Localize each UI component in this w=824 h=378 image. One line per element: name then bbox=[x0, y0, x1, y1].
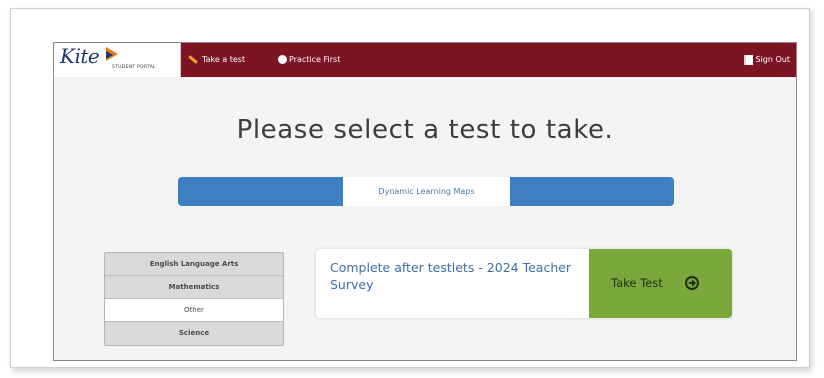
nav-take-a-test-label: Take a test bbox=[202, 55, 246, 64]
logo-subtitle: STUDENT PORTAL bbox=[112, 65, 156, 70]
page-title: Please select a test to take. bbox=[236, 115, 614, 145]
subject-mathematics[interactable]: Mathematics bbox=[105, 276, 283, 299]
test-card: Complete after testlets - 2024 Teacher S… bbox=[316, 249, 732, 318]
app-window: Kite STUDENT PORTAL Take a test Practice… bbox=[53, 42, 797, 361]
arrow-circle-right-icon bbox=[685, 276, 699, 290]
subject-english-language-arts[interactable]: English Language Arts bbox=[105, 253, 283, 276]
test-program-tabs: Dynamic Learning Maps bbox=[178, 177, 674, 206]
take-test-button[interactable]: Take Test bbox=[589, 249, 732, 318]
take-test-label: Take Test bbox=[611, 276, 663, 290]
tab-dynamic-learning-maps[interactable]: Dynamic Learning Maps bbox=[343, 177, 510, 206]
subject-other[interactable]: Other bbox=[105, 299, 283, 322]
test-name: Complete after testlets - 2024 Teacher S… bbox=[330, 260, 572, 292]
door-icon bbox=[743, 54, 753, 65]
nav-take-a-test[interactable]: Take a test bbox=[188, 43, 245, 77]
screenshot-frame: Kite STUDENT PORTAL Take a test Practice… bbox=[10, 8, 810, 368]
nav-sign-out-label: Sign Out bbox=[755, 55, 791, 64]
logo-wordmark: Kite bbox=[60, 44, 100, 68]
subject-science[interactable]: Science bbox=[105, 322, 283, 344]
nav-practice-first-label: Practice First bbox=[289, 55, 341, 64]
top-navigation-bar: Kite STUDENT PORTAL Take a test Practice… bbox=[54, 43, 796, 77]
nav-sign-out[interactable]: Sign Out bbox=[743, 43, 791, 77]
pencil-icon bbox=[188, 55, 198, 64]
kite-inner-triangle-icon bbox=[106, 51, 113, 59]
kite-logo[interactable]: Kite STUDENT PORTAL bbox=[54, 43, 181, 77]
nav-practice-first[interactable]: Practice First bbox=[278, 43, 340, 77]
circle-icon bbox=[278, 55, 287, 64]
subject-list: English Language Arts Mathematics Other … bbox=[104, 252, 284, 346]
